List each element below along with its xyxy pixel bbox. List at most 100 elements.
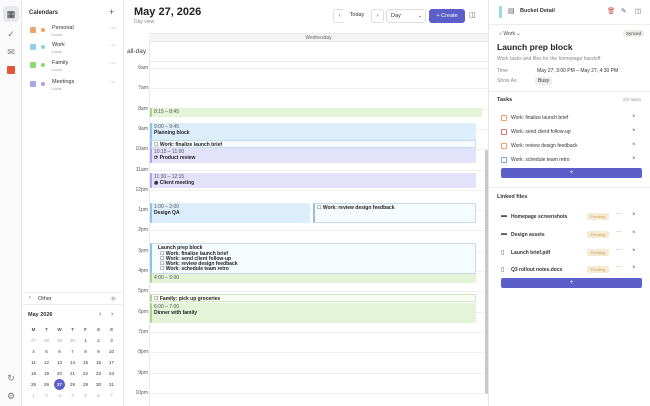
mini-day[interactable]: 20 [53,368,66,379]
edit-icon[interactable]: ✎ [621,7,626,15]
chevron-left-icon[interactable]: ‹ [99,311,101,318]
mini-day[interactable]: 1 [27,390,40,401]
mini-day[interactable]: 30 [92,379,105,390]
today-button[interactable]: Today [342,9,372,23]
mini-day[interactable]: 12 [40,357,53,368]
mini-day[interactable]: 3 [53,390,66,401]
mini-day[interactable]: 14 [66,357,79,368]
close-icon[interactable]: × [632,248,636,254]
mini-day[interactable]: 29 [53,335,66,346]
mini-day[interactable]: 19 [40,368,53,379]
mini-day[interactable]: 16 [92,357,105,368]
close-icon[interactable]: × [632,114,636,120]
event-description[interactable]: Work tasks and files for the homepage ha… [497,56,602,62]
checkbox-icon[interactable] [30,27,36,33]
more-icon[interactable]: ··· [616,211,622,217]
task-row[interactable]: Work: finalize launch brief × [501,113,643,125]
mini-day[interactable]: 23 [92,368,105,379]
mini-day[interactable]: 5 [79,390,92,401]
mini-day[interactable]: 1 [79,335,92,346]
show-as-select[interactable]: Busy [535,77,553,85]
more-icon[interactable]: ··· [616,264,622,270]
chevron-right-icon[interactable]: › [111,311,113,318]
task-checkbox-icon[interactable]: ☐ [317,205,321,211]
mini-day[interactable]: 28 [40,335,53,346]
app-logo-icon[interactable] [3,62,19,78]
toggle-panel-icon[interactable]: ◫ [635,7,641,15]
event-task-groceries[interactable]: ☐ Family: pick up groceries [150,294,476,302]
mini-day[interactable]: 25 [27,379,40,390]
task-checkbox[interactable] [501,143,507,149]
mini-day[interactable]: 6 [53,346,66,357]
task-row[interactable]: Work: review design feedback × [501,141,643,153]
mini-day[interactable]: 17 [105,357,118,368]
close-icon[interactable]: × [632,142,636,148]
task-checkbox[interactable] [501,115,507,121]
event-product-review[interactable]: 10:15 – 11:00 ⟳ Product review [150,148,476,163]
event-task-finalize[interactable]: ☐ Work: finalize launch brief [150,140,476,148]
task-row[interactable]: Work: send client follow-up × [501,127,643,139]
mini-day[interactable]: 11 [27,357,40,368]
more-icon[interactable]: ··· [109,42,116,49]
mini-day[interactable]: 22 [79,368,92,379]
event-4-00[interactable]: 4:00 – 5:00 [150,274,476,283]
calendar-tag[interactable]: ● Work ⌄ [499,31,521,37]
next-day-button[interactable]: › [371,9,384,23]
mini-day[interactable]: 21 [66,368,79,379]
settings-icon[interactable]: ⚙ [3,388,19,404]
mini-day[interactable]: 3 [105,335,118,346]
toggle-panel-icon[interactable]: ◫ [469,11,476,19]
event-planning-block[interactable]: 9:00 – 9:45 Planning block [150,123,476,140]
mini-day[interactable]: 27 [27,335,40,346]
event-design-qa[interactable]: 1:00 – 2:00 Design QA [150,203,310,223]
event-8-15[interactable]: 8:15 – 8:45 [150,108,482,117]
mini-day[interactable]: 8 [79,346,92,357]
check-icon[interactable]: ✓ [3,26,19,42]
task-checkbox[interactable] [501,157,507,163]
task-row[interactable]: Work: schedule team retro × [501,155,643,167]
event-launch-prep-block[interactable]: Launch prep block ☐ Work: finalize launc… [150,243,476,274]
sync-icon[interactable]: ↻ [3,370,19,386]
event-dinner-with-family[interactable]: 6:00 – 7:00 Dinner with family [150,303,476,323]
more-icon[interactable]: ··· [109,60,116,67]
mini-day[interactable]: 5 [40,346,53,357]
event-client-meeting[interactable]: 11:30 – 12:15 ◉ Client meeting [150,173,476,188]
mail-icon[interactable]: ✉ [3,44,19,60]
mini-day[interactable]: 4 [66,390,79,401]
mini-day[interactable]: 30 [66,335,79,346]
checkbox-icon[interactable] [30,62,36,68]
mini-day[interactable]: 7 [105,390,118,401]
more-icon[interactable]: ··· [616,247,622,253]
close-icon[interactable]: × [632,230,636,236]
calendar-item-family[interactable]: Family Local ··· [30,60,122,76]
task-checkbox-icon[interactable]: ☐ [154,296,158,301]
file-row[interactable]: ▯ Launch brief.pdf Pending ··· × [501,247,643,260]
calendar-item-meetings[interactable]: Meetings Local ··· [30,79,122,95]
mini-day[interactable]: 24 [105,368,118,379]
event-task-review[interactable]: ☐ Work: review design feedback [313,203,476,223]
mini-day[interactable]: 2 [92,335,105,346]
close-icon[interactable]: × [632,212,636,218]
mini-day[interactable]: 6 [92,390,105,401]
mini-day[interactable]: 7 [66,346,79,357]
file-row[interactable]: ▬ Design assets Pending ··· × [501,229,643,242]
close-icon[interactable]: × [632,265,636,271]
delete-icon[interactable]: 🗑 [607,7,615,15]
add-calendar-icon[interactable]: + [109,7,114,17]
mini-day[interactable]: 29 [79,379,92,390]
calendar-item-personal[interactable]: Personal Local ··· [30,25,122,41]
file-row[interactable]: ▬ Homepage screenshots Pending ··· × [501,211,643,224]
close-icon[interactable]: × [632,156,636,162]
mini-day[interactable]: 13 [53,357,66,368]
calendar-icon[interactable]: ▦ [3,6,19,22]
task-checkbox[interactable] [501,129,507,135]
mini-day[interactable]: 9 [92,346,105,357]
close-icon[interactable]: × [632,128,636,134]
file-row[interactable]: ▯ Q3 rollout notes.docx Pending ··· × [501,264,643,277]
add-task-button[interactable]: + [501,168,642,178]
mini-day[interactable]: 10 [105,346,118,357]
time-value[interactable]: May 27, 3:00 PM – May 27, 4:30 PM [537,68,618,74]
mini-day[interactable]: 26 [40,379,53,390]
checkbox-icon[interactable] [30,44,36,50]
view-select[interactable]: Day ⌄ [386,9,426,23]
